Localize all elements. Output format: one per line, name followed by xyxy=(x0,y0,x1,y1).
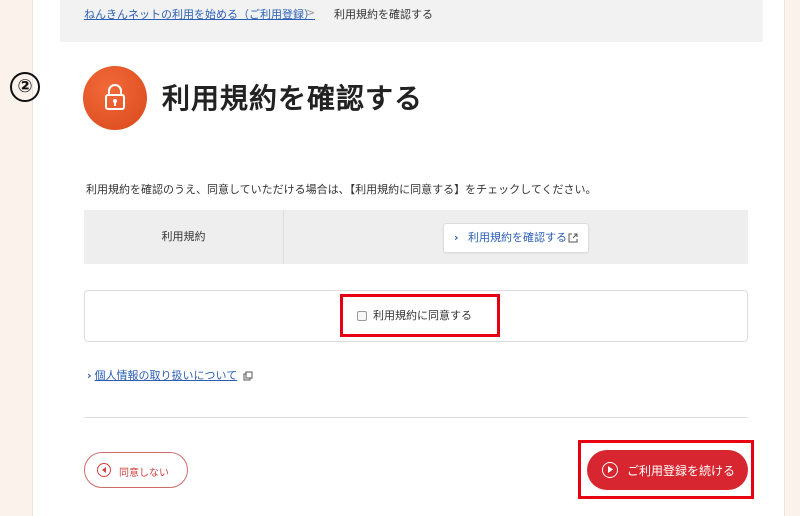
breadcrumb-current: 利用規約を確認する xyxy=(334,8,433,21)
view-terms-button[interactable]: › 利用規約を確認する xyxy=(443,223,589,253)
view-terms-label: 利用規約を確認する xyxy=(468,231,567,244)
breadcrumb-separator: > xyxy=(306,6,316,19)
lock-icon xyxy=(105,84,125,110)
back-arrow-icon xyxy=(97,463,111,477)
title-icon-badge xyxy=(83,66,147,130)
terms-row: 利用規約 › 利用規約を確認する xyxy=(84,210,748,264)
decline-button-label: 同意しない xyxy=(119,468,169,479)
terms-row-label: 利用規約 xyxy=(84,210,284,264)
external-link-icon xyxy=(568,233,578,243)
instruction-text: 利用規約を確認のうえ、同意していただける場合は、【利用規約に同意する】をチェック… xyxy=(86,183,597,196)
privacy-policy-label: 個人情報の取り扱いについて xyxy=(94,369,238,382)
highlight-box-continue xyxy=(578,440,754,499)
chevron-right-icon: › xyxy=(454,231,459,244)
page-title: 利用規約を確認する xyxy=(162,82,424,115)
chevron-right-icon: › xyxy=(87,369,92,382)
step-number-marker: ② xyxy=(10,72,40,102)
privacy-policy-link[interactable]: › 個人情報の取り扱いについて xyxy=(87,367,253,383)
external-link-icon xyxy=(243,371,253,381)
section-divider xyxy=(84,417,748,418)
highlight-box-agree xyxy=(340,294,500,337)
decline-button[interactable]: 同意しない xyxy=(84,452,188,488)
breadcrumb-link-registration[interactable]: ねんきんネットの利用を始める（ご利用登録） xyxy=(84,6,315,22)
